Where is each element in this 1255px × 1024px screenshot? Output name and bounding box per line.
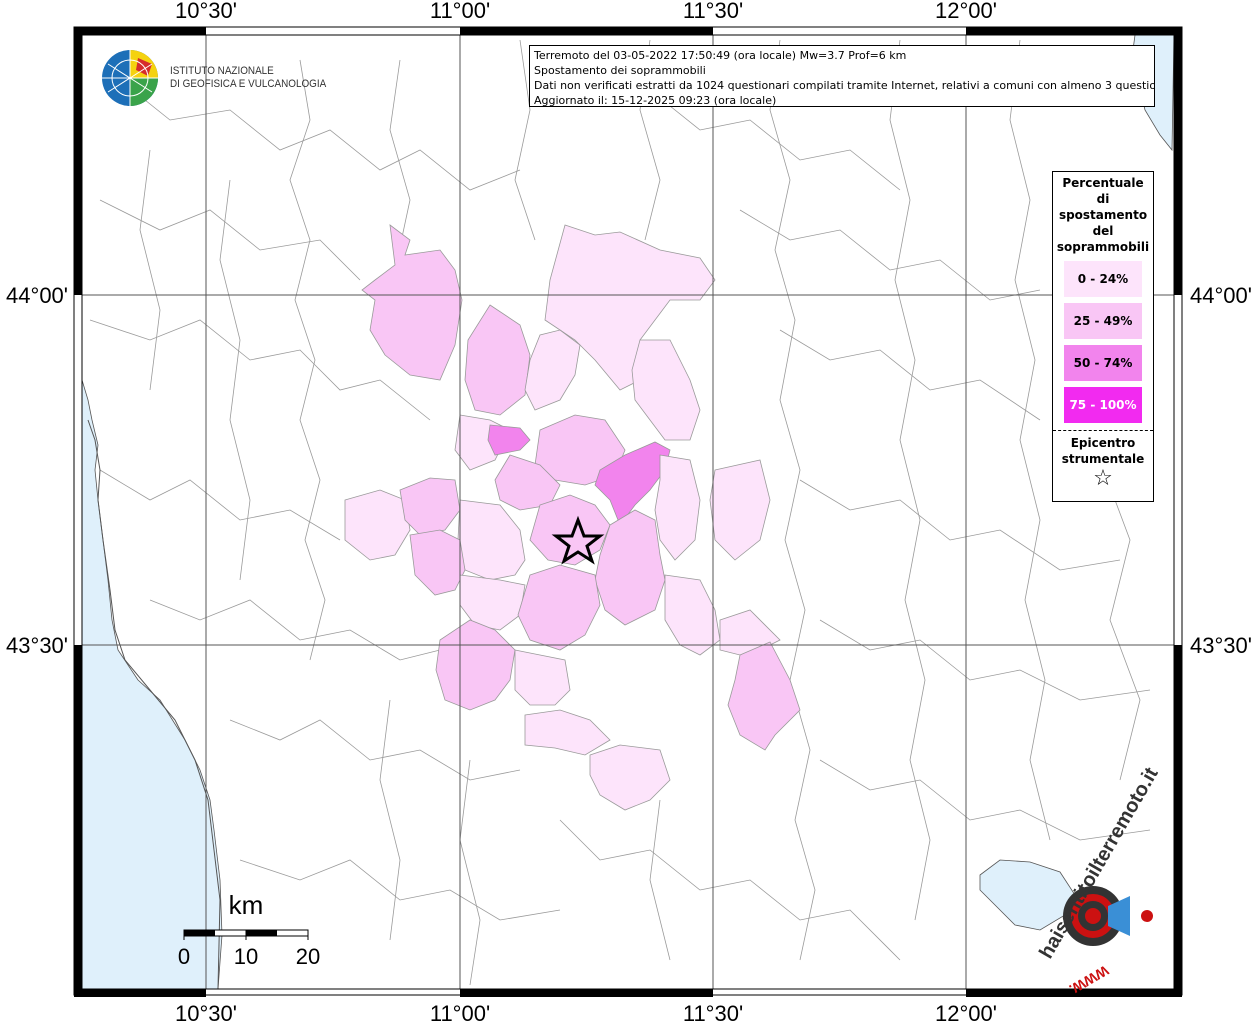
legend-title-line: Percentuale — [1062, 176, 1144, 190]
map-canvas[interactable]: 10°30' 11°00' 11°30' 12°00' 10°30' 11°00… — [0, 0, 1255, 1024]
bottom-label-4: 12°00' — [935, 1001, 997, 1024]
top-label-3: 11°30' — [683, 0, 743, 23]
legend-epicenter: Epicentro strumentale ☆ — [1053, 435, 1153, 491]
legend-title-line: del — [1092, 224, 1114, 238]
top-label-2: 11°00' — [430, 0, 490, 23]
legend-epicenter-line: strumentale — [1061, 452, 1145, 466]
legend-divider — [1053, 430, 1153, 431]
ingv-name: ISTITUTO NAZIONALE DI GEOFISICA E VULCAN… — [170, 65, 326, 91]
right-label-1: 44°00' — [1190, 283, 1252, 308]
left-label-2: 43°30' — [6, 633, 68, 658]
top-label-4: 12°00' — [935, 0, 997, 23]
legend-title-line: spostamento — [1058, 208, 1148, 222]
right-label-2: 43°30' — [1190, 633, 1252, 658]
legend-title-line: soprammobili — [1056, 240, 1150, 254]
ingv-line-1: ISTITUTO NAZIONALE — [170, 65, 274, 77]
ingv-line-2: DI GEOFISICA E VULCANOLOGIA — [170, 78, 327, 90]
legend: Percentuale di spostamento del soprammob… — [1052, 171, 1154, 502]
legend-title: Percentuale di spostamento del soprammob… — [1053, 172, 1153, 255]
legend-title-line: di — [1096, 192, 1110, 206]
legend-class-25-49: 25 - 49% — [1064, 303, 1142, 339]
event-line: Terremoto del 03-05-2022 17:50:49 (ora l… — [534, 49, 907, 62]
scale-tick-0: 0 — [178, 944, 190, 969]
legend-class-0-24: 0 - 24% — [1064, 261, 1142, 297]
event-info-box: Terremoto del 03-05-2022 17:50:49 (ora l… — [529, 45, 1155, 107]
left-label-1: 44°00' — [6, 283, 68, 308]
ingv-globe-icon — [102, 50, 158, 106]
map-subject-line: Spostamento dei soprammobili — [534, 64, 706, 77]
bottom-label-1: 10°30' — [175, 1001, 237, 1024]
updated-line: Aggiornato il: 15-12-2025 09:23 (ora loc… — [534, 94, 777, 107]
ingv-logo: ISTITUTO NAZIONALE DI GEOFISICA E VULCAN… — [100, 48, 344, 108]
scale-tick-10: 10 — [234, 944, 258, 969]
legend-class-50-74: 50 - 74% — [1064, 345, 1142, 381]
scale-unit: km — [229, 890, 264, 920]
legend-class-75-100: 75 - 100% — [1064, 387, 1142, 423]
bottom-label-3: 11°30' — [683, 1001, 743, 1024]
top-label-1: 10°30' — [175, 0, 237, 23]
legend-epicenter-line: Epicentro — [1070, 436, 1136, 450]
scale-tick-20: 20 — [296, 944, 320, 969]
data-note-line: Dati non verificati estratti da 1024 que… — [534, 79, 1155, 92]
bottom-label-2: 11°00' — [430, 1001, 490, 1024]
legend-star-icon: ☆ — [1093, 466, 1113, 491]
